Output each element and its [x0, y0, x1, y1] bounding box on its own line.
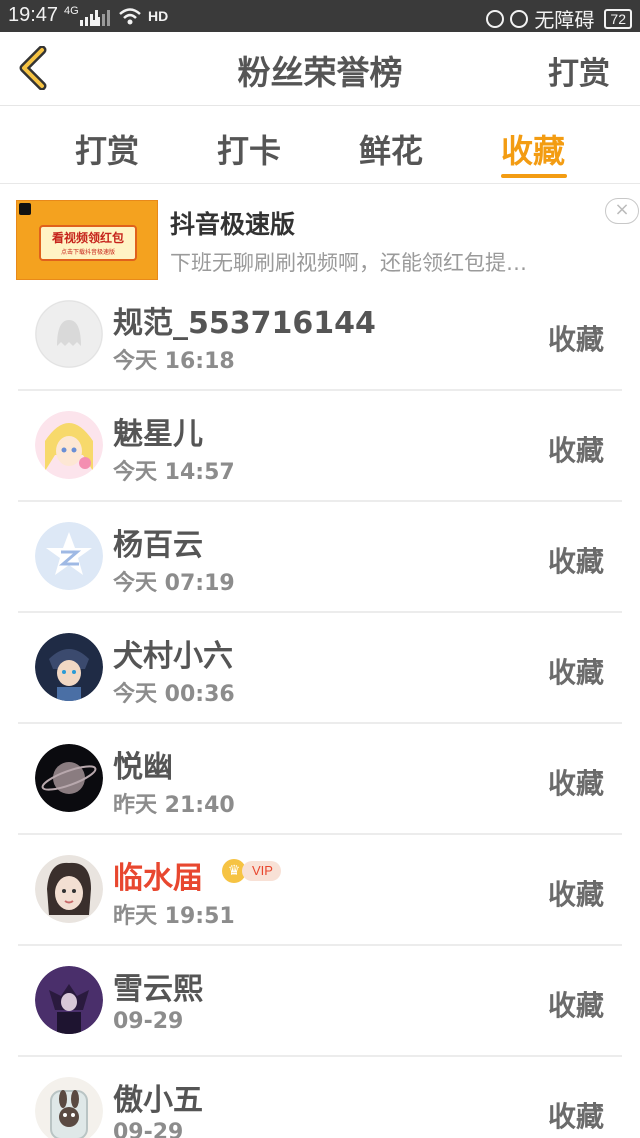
active-tab-indicator: [501, 174, 567, 178]
favorite-action: 收藏: [547, 1100, 604, 1133]
favorite-action: 收藏: [547, 989, 604, 1022]
user-name: 悦幽: [113, 750, 173, 785]
favorite-time: 今天 16:18: [113, 349, 235, 374]
favorite-time: 今天 14:57: [113, 460, 235, 485]
status-right: 无障碍 72: [486, 4, 632, 33]
signal-bars-2-icon: [92, 9, 110, 26]
favorite-action: 收藏: [547, 434, 604, 467]
status-time: 19:47: [8, 4, 59, 26]
avatar[interactable]: [35, 300, 103, 368]
user-name: 规范_553716144: [113, 306, 376, 341]
app-header: 粉丝荣誉榜 打赏: [0, 32, 640, 106]
favorite-action: 收藏: [547, 878, 604, 911]
lock-rotation-icon: [486, 9, 505, 28]
anime-girl-avatar-icon: [35, 411, 103, 479]
tab-flowers[interactable]: 鲜花: [359, 126, 423, 172]
hd-label: HD: [148, 8, 169, 24]
page-title: 粉丝荣誉榜: [237, 53, 403, 92]
favorite-action: 收藏: [547, 656, 604, 689]
avatar[interactable]: [35, 744, 103, 812]
vip-badge: ♛ VIP: [222, 859, 281, 883]
favorite-time: 09-29: [113, 1120, 184, 1138]
default-avatar-icon: [35, 300, 103, 368]
avatar[interactable]: [35, 966, 103, 1034]
ad-thumbnail: 看视频领红包 点击下载抖音极速版: [16, 200, 158, 280]
favorite-action: 收藏: [547, 545, 604, 578]
ad-title: 抖音极速版: [170, 210, 296, 239]
list-item[interactable]: 临水届 ♛ VIP 昨天 19:51 收藏: [0, 835, 640, 946]
avatar[interactable]: [35, 855, 103, 923]
list-item[interactable]: 规范_553716144 今天 16:18 收藏: [0, 280, 640, 391]
list-item[interactable]: 雪云熙 09-29 收藏: [0, 946, 640, 1057]
avatar[interactable]: [35, 411, 103, 479]
tab-checkin[interactable]: 打卡: [217, 126, 281, 172]
douyin-logo-icon: [19, 203, 31, 215]
accessibility-label: 无障碍: [534, 10, 595, 32]
list-item[interactable]: 犬村小六 今天 00:36 收藏: [0, 613, 640, 724]
favorite-time: 09-29: [113, 1009, 184, 1034]
list-item[interactable]: 悦幽 昨天 21:40 收藏: [0, 724, 640, 835]
list-item[interactable]: 杨百云 今天 07:19 收藏: [0, 502, 640, 613]
tab-reward[interactable]: 打赏: [75, 126, 139, 172]
user-name: 傲小五: [113, 1083, 203, 1118]
avatar[interactable]: [35, 633, 103, 701]
signal-4g-label: 4G: [64, 5, 79, 17]
photo-avatar-icon: [35, 855, 103, 923]
user-name: 雪云熙: [113, 972, 203, 1007]
list-item[interactable]: 魅星儿 今天 14:57 收藏: [0, 391, 640, 502]
favorite-time: 今天 00:36: [113, 682, 235, 707]
avatar[interactable]: [35, 522, 103, 590]
favorite-time: 今天 07:19: [113, 571, 235, 596]
favorite-time: 昨天 21:40: [113, 793, 235, 818]
list-item[interactable]: 傲小五 09-29 收藏: [0, 1057, 640, 1138]
ad-description: 下班无聊刷刷视频啊，还能领红包提…: [170, 251, 527, 275]
user-name: 犬村小六: [113, 639, 233, 674]
battery-indicator: 72: [604, 8, 632, 29]
status-bar: 19:47 4G HD 无障碍 72: [0, 0, 640, 32]
ad-thumb-banner: 看视频领红包 点击下载抖音极速版: [39, 225, 137, 261]
ad-banner[interactable]: 看视频领红包 点击下载抖音极速版 抖音极速版 下班无聊刷刷视频啊，还能领红包提…: [0, 185, 640, 285]
favorite-time: 昨天 19:51: [113, 904, 235, 929]
user-name: 临水届: [113, 861, 203, 896]
tab-favorites[interactable]: 收藏: [501, 126, 565, 172]
anime-boy-avatar-icon: [35, 633, 103, 701]
ad-thumb-text: 看视频领红包: [51, 231, 124, 245]
favorite-action: 收藏: [547, 767, 604, 800]
user-name: 魅星儿: [113, 417, 203, 452]
tab-bar: 打赏 打卡 鲜花 收藏: [0, 106, 640, 184]
vip-label: VIP: [242, 861, 281, 881]
user-name: 杨百云: [113, 528, 203, 563]
ad-close-button[interactable]: ×: [605, 198, 639, 224]
reward-button[interactable]: 打赏: [548, 48, 610, 93]
qzone-avatar-icon: [35, 522, 103, 590]
ad-thumb-subtext: 点击下载抖音极速版: [60, 249, 115, 256]
wifi-icon: [118, 7, 142, 27]
bunny-jar-avatar-icon: [35, 1077, 103, 1138]
favorite-action: 收藏: [547, 323, 604, 356]
purple-avatar-icon: [35, 966, 103, 1034]
alarm-icon: [510, 9, 529, 28]
planet-avatar-icon: [35, 744, 103, 812]
avatar[interactable]: [35, 1077, 103, 1138]
